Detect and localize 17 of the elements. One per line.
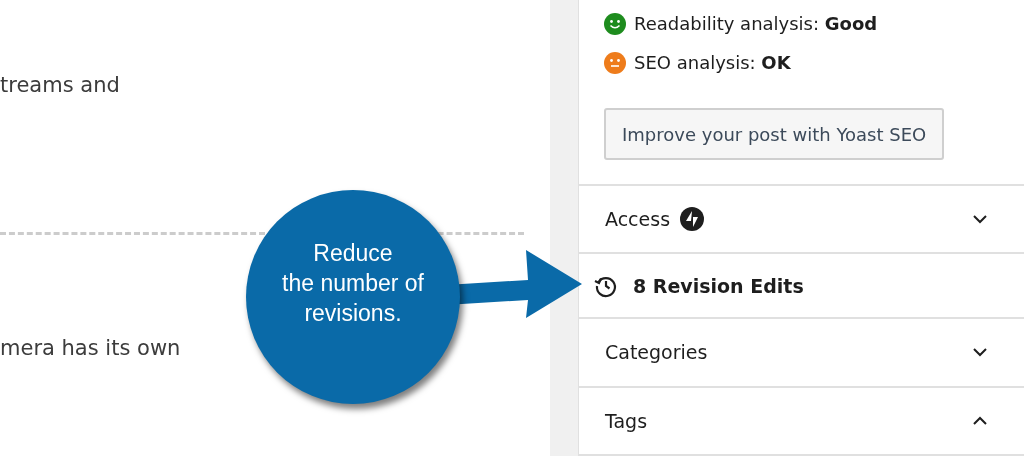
panel-title: Categories bbox=[605, 340, 708, 366]
revisions-row[interactable]: 8 Revision Edits bbox=[579, 254, 1024, 320]
analysis-text: Readability analysis: Good bbox=[634, 12, 878, 36]
panel-header[interactable]: Tags bbox=[579, 387, 1024, 456]
paragraph-text: mera has its own bbox=[0, 334, 182, 362]
analysis-text: SEO analysis: OK bbox=[634, 51, 791, 75]
panel-title: Tags bbox=[605, 408, 648, 434]
panel-header[interactable]: Categories bbox=[579, 319, 1024, 388]
panel-title: Access bbox=[605, 206, 671, 232]
improve-button[interactable]: Improve your post with Yoast SEO bbox=[604, 108, 945, 160]
chevron-down-icon[interactable] bbox=[972, 214, 988, 225]
chevron-down-icon[interactable] bbox=[972, 347, 988, 358]
callout-text: Reduce the number of revisions. bbox=[282, 239, 424, 328]
chevron-up-icon[interactable] bbox=[972, 415, 988, 426]
paragraph-text: treams and bbox=[0, 72, 121, 99]
revisions-link[interactable]: 8 Revision Edits bbox=[633, 271, 804, 301]
panel-header[interactable]: Access bbox=[579, 186, 1024, 255]
